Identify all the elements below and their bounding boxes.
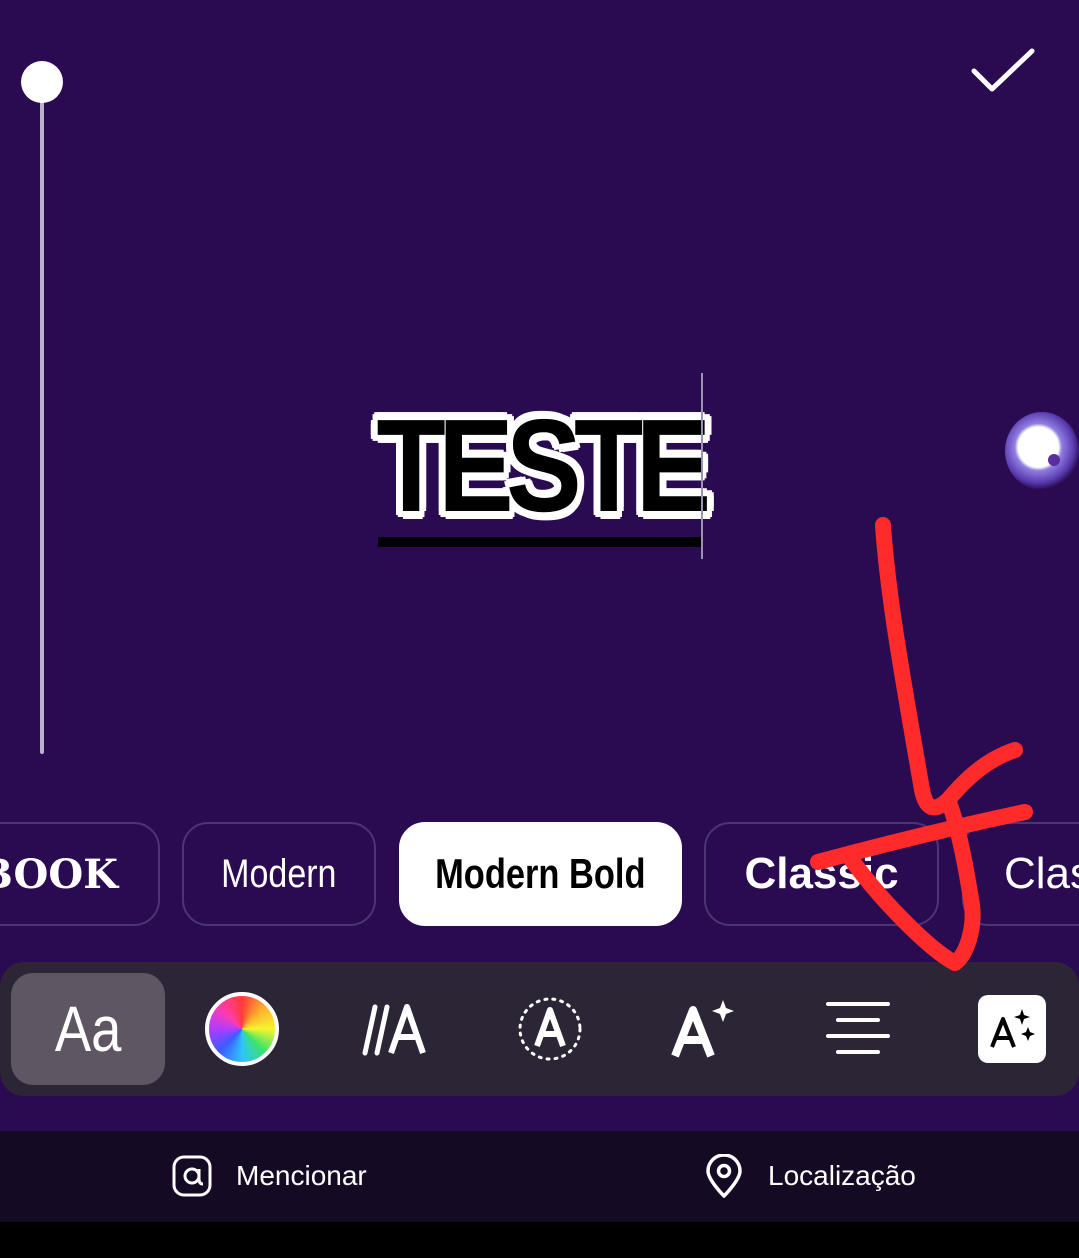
font-chip-label: Classic <box>744 849 899 898</box>
text-selection-underline <box>378 537 703 547</box>
font-chip-label: RBOOK <box>0 850 118 898</box>
bottom-bar <box>0 1131 1079 1222</box>
text-sparkle-icon <box>671 1000 734 1058</box>
font-chip-label: Modern <box>221 851 337 896</box>
text-size-slider-thumb[interactable] <box>21 61 63 103</box>
font-chip-rbook[interactable]: RBOOK <box>0 822 160 926</box>
text-style-button[interactable] <box>627 973 781 1085</box>
mention-button[interactable]: Mencionar <box>172 1150 367 1202</box>
font-chip-label: Clas <box>1004 849 1079 898</box>
a-sparkle-icon <box>990 1009 1035 1048</box>
text-size-slider-track[interactable] <box>40 82 44 754</box>
align-center-icon <box>826 1002 890 1054</box>
canvas-text[interactable]: TESTE <box>376 392 711 539</box>
font-button[interactable]: Aa <box>11 973 165 1085</box>
font-chip-modern-bold[interactable]: Modern Bold <box>399 822 682 926</box>
text-animation-icon <box>362 1004 426 1056</box>
text-effect-box-button[interactable] <box>935 973 1079 1085</box>
font-label: Aa <box>54 993 122 1065</box>
mention-label: Mencionar <box>236 1160 367 1191</box>
location-button[interactable]: Localização <box>704 1150 916 1202</box>
color-wheel-icon <box>205 992 279 1066</box>
text-effects-button[interactable] <box>473 973 627 1085</box>
checkmark-icon <box>971 48 1035 92</box>
text-outline-icon <box>518 997 582 1061</box>
font-chip-modern[interactable]: Modern <box>182 822 376 926</box>
orb-dot <box>1048 454 1060 466</box>
text-animation-button[interactable] <box>319 973 473 1085</box>
done-button[interactable] <box>962 40 1044 102</box>
location-pin-icon <box>706 1154 742 1198</box>
at-sign-icon <box>172 1155 212 1197</box>
font-chip-classic-2[interactable]: Clas <box>962 822 1079 926</box>
color-picker-button[interactable] <box>165 973 319 1085</box>
floating-orb-icon[interactable] <box>1005 412 1079 490</box>
font-chip-classic[interactable]: Classic <box>704 822 939 926</box>
location-label: Localização <box>768 1160 916 1191</box>
text-align-button[interactable] <box>781 973 935 1085</box>
font-chip-label: Modern Bold <box>435 850 646 897</box>
text-cursor <box>701 373 703 559</box>
system-nav-bar <box>0 1222 1079 1258</box>
effect-box <box>978 995 1046 1063</box>
